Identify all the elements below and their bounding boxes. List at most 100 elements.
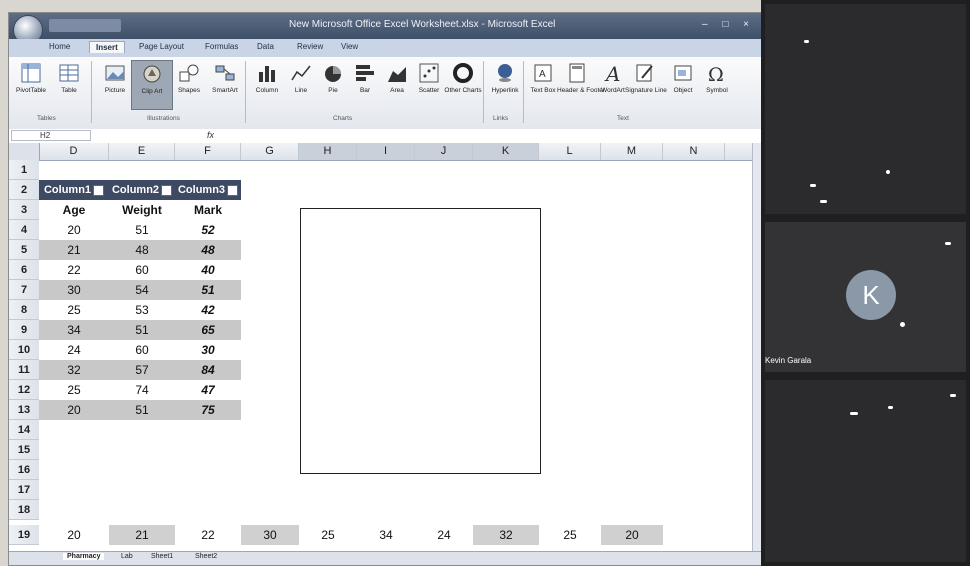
table-cell[interactable]: 22 (39, 260, 109, 280)
vertical-scrollbar[interactable] (752, 143, 761, 551)
sheet-tab-pharmacy[interactable]: Pharmacy (63, 553, 105, 560)
sheet-tab-sheet1[interactable]: Sheet1 (147, 553, 177, 560)
sheet-tab-lab[interactable]: Lab (117, 553, 137, 560)
row-header[interactable]: 14 (9, 420, 39, 440)
column-header-l[interactable]: L (539, 143, 601, 160)
table-cell[interactable]: 48 (175, 240, 241, 260)
table-header-cell[interactable]: Column3 (175, 180, 241, 200)
table-cell[interactable]: 51 (175, 280, 241, 300)
table-cell[interactable]: 25 (39, 380, 109, 400)
column-header-n[interactable]: N (663, 143, 725, 160)
row-header[interactable]: 3 (9, 200, 39, 220)
filter-dropdown-icon[interactable] (227, 184, 239, 196)
table-cell[interactable]: 54 (109, 280, 175, 300)
table-cell[interactable]: 65 (175, 320, 241, 340)
signature-line-button[interactable]: Signature Line (625, 60, 667, 108)
window-controls[interactable]: – □ × (702, 19, 755, 30)
fx-icon[interactable]: fx (207, 130, 214, 140)
pivottable-button[interactable]: PivotTable (11, 60, 51, 108)
shapes-button[interactable]: Shapes (169, 60, 209, 108)
row19-cell[interactable]: 25 (299, 525, 357, 545)
select-all-corner[interactable] (9, 143, 40, 160)
table-cell[interactable]: 20 (39, 220, 109, 240)
row-header[interactable]: 7 (9, 280, 39, 300)
column-header-i[interactable]: I (357, 143, 415, 160)
smartart-button[interactable]: SmartArt (205, 60, 245, 108)
table-cell[interactable]: 30 (175, 340, 241, 360)
other-charts-button[interactable]: Other Charts (443, 60, 483, 108)
quick-access-toolbar[interactable] (49, 19, 121, 32)
table-cell[interactable]: 24 (39, 340, 109, 360)
row-header[interactable]: 19 (9, 525, 39, 545)
table-header-cell[interactable]: Column1 (39, 180, 109, 200)
column-subheader-age[interactable]: Age (39, 200, 109, 220)
table-cell[interactable]: 25 (39, 300, 109, 320)
table-cell[interactable]: 21 (39, 240, 109, 260)
tab-data[interactable]: Data (257, 42, 274, 51)
table-cell[interactable]: 57 (109, 360, 175, 380)
row-header[interactable]: 1 (9, 160, 39, 180)
empty-chart-area[interactable] (300, 208, 541, 474)
row-header[interactable]: 4 (9, 220, 39, 240)
table-cell[interactable]: 84 (175, 360, 241, 380)
row19-cell[interactable]: 30 (241, 525, 299, 545)
row19-cell[interactable]: 34 (357, 525, 415, 545)
row-header[interactable]: 5 (9, 240, 39, 260)
picture-button[interactable]: Picture (95, 60, 135, 108)
table-cell[interactable]: 52 (175, 220, 241, 240)
table-cell[interactable]: 30 (39, 280, 109, 300)
row-header[interactable]: 10 (9, 340, 39, 360)
row-header[interactable]: 9 (9, 320, 39, 340)
row19-cell[interactable]: 20 (601, 525, 663, 545)
column-header-f[interactable]: F (175, 143, 241, 160)
column-header-k[interactable]: K (473, 143, 539, 160)
row19-cell[interactable]: 21 (109, 525, 175, 545)
row-header[interactable]: 18 (9, 500, 39, 520)
table-cell[interactable]: 48 (109, 240, 175, 260)
column-header-d[interactable]: D (39, 143, 109, 160)
hyperlink-button[interactable]: Hyperlink (485, 60, 525, 108)
row-header[interactable]: 8 (9, 300, 39, 320)
table-cell[interactable]: 32 (39, 360, 109, 380)
row-header[interactable]: 15 (9, 440, 39, 460)
table-cell[interactable]: 51 (109, 220, 175, 240)
tab-review[interactable]: Review (297, 42, 323, 51)
tab-formulas[interactable]: Formulas (205, 42, 238, 51)
table-cell[interactable]: 40 (175, 260, 241, 280)
sheet-tab-sheet2[interactable]: Sheet2 (191, 553, 221, 560)
table-cell[interactable]: 74 (109, 380, 175, 400)
tab-insert[interactable]: Insert (89, 41, 125, 53)
row-header[interactable]: 12 (9, 380, 39, 400)
tab-page-layout[interactable]: Page Layout (139, 42, 184, 51)
row19-cell[interactable]: 24 (415, 525, 473, 545)
row-header[interactable]: 16 (9, 460, 39, 480)
table-cell[interactable]: 47 (175, 380, 241, 400)
worksheet-grid[interactable]: D E F G H I J K L M N 1 2 3 4 5 6 7 8 9 … (9, 143, 753, 551)
table-cell[interactable]: 34 (39, 320, 109, 340)
column-header-e[interactable]: E (109, 143, 175, 160)
row19-cell[interactable]: 20 (39, 525, 109, 545)
symbol-button[interactable]: Ω Symbol (697, 60, 737, 108)
row-header[interactable]: 11 (9, 360, 39, 380)
table-cell[interactable]: 53 (109, 300, 175, 320)
table-header-cell[interactable]: Column2 (109, 180, 175, 200)
row19-cell[interactable]: 32 (473, 525, 539, 545)
row-header[interactable]: 17 (9, 480, 39, 500)
table-cell[interactable]: 51 (109, 400, 175, 420)
filter-dropdown-icon[interactable] (161, 184, 173, 196)
name-box[interactable]: H2 (11, 130, 91, 141)
filter-dropdown-icon[interactable] (93, 184, 105, 196)
row-header[interactable]: 13 (9, 400, 39, 420)
column-header-m[interactable]: M (601, 143, 663, 160)
row19-cell[interactable]: 25 (539, 525, 601, 545)
tab-home[interactable]: Home (49, 42, 70, 51)
row-header[interactable]: 2 (9, 180, 39, 200)
column-header-j[interactable]: J (415, 143, 473, 160)
table-cell[interactable]: 60 (109, 340, 175, 360)
row19-cell[interactable]: 22 (175, 525, 241, 545)
column-subheader-mark[interactable]: Mark (175, 200, 241, 220)
clip-art-button[interactable]: Clip Art (131, 60, 173, 110)
table-cell[interactable]: 60 (109, 260, 175, 280)
table-cell[interactable]: 42 (175, 300, 241, 320)
table-button[interactable]: Table (49, 60, 89, 108)
